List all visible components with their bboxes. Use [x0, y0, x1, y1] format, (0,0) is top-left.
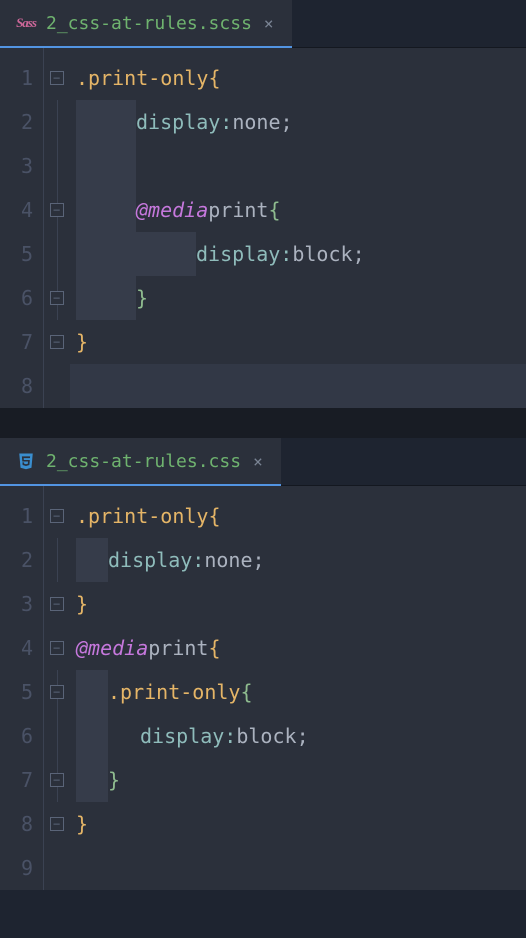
- code-line[interactable]: display: none;: [70, 100, 526, 144]
- fold-toggle-icon[interactable]: [50, 597, 64, 611]
- close-icon[interactable]: ×: [262, 12, 276, 35]
- code-line[interactable]: @media print {: [70, 626, 526, 670]
- line-number: 8: [0, 364, 43, 408]
- line-number: 5: [0, 670, 43, 714]
- line-number: 8: [0, 802, 43, 846]
- fold-toggle-icon[interactable]: [50, 71, 64, 85]
- editor-body: 1 2 3 4 5 6 7 8 9 .print-only { display:…: [0, 486, 526, 890]
- line-number: 7: [0, 320, 43, 364]
- pane-divider: [0, 408, 526, 438]
- line-number: 1: [0, 56, 43, 100]
- line-number: 3: [0, 144, 43, 188]
- line-number-gutter: 1 2 3 4 5 6 7 8: [0, 48, 44, 408]
- css-icon: [16, 451, 36, 471]
- editor-pane-css: 2_css-at-rules.css × 1 2 3 4 5 6 7 8 9: [0, 438, 526, 890]
- fold-toggle-icon[interactable]: [50, 685, 64, 699]
- code-line[interactable]: display: block;: [70, 714, 526, 758]
- line-number: 9: [0, 846, 43, 890]
- code-line[interactable]: display: block;: [70, 232, 526, 276]
- code-line[interactable]: .print-only {: [70, 56, 526, 100]
- line-number: 4: [0, 188, 43, 232]
- line-number: 1: [0, 494, 43, 538]
- fold-toggle-icon[interactable]: [50, 335, 64, 349]
- close-icon[interactable]: ×: [251, 450, 265, 473]
- fold-toggle-icon[interactable]: [50, 509, 64, 523]
- tab-bar: 2_css-at-rules.css ×: [0, 438, 526, 486]
- code-line[interactable]: }: [70, 276, 526, 320]
- fold-toggle-icon[interactable]: [50, 817, 64, 831]
- file-tab-css[interactable]: 2_css-at-rules.css ×: [0, 438, 281, 486]
- fold-toggle-icon[interactable]: [50, 641, 64, 655]
- code-area[interactable]: .print-only { display: none; @media prin…: [70, 48, 526, 408]
- editor-pane-scss: Sass 2_css-at-rules.scss × 1 2 3 4 5 6 7…: [0, 0, 526, 408]
- fold-gutter: [44, 486, 70, 890]
- line-number: 3: [0, 582, 43, 626]
- file-tab-scss[interactable]: Sass 2_css-at-rules.scss ×: [0, 0, 292, 48]
- code-line[interactable]: .print-only {: [70, 494, 526, 538]
- fold-toggle-icon[interactable]: [50, 203, 64, 217]
- line-number: 6: [0, 714, 43, 758]
- code-line[interactable]: }: [70, 320, 526, 364]
- code-line[interactable]: [70, 364, 526, 408]
- sass-icon: Sass: [16, 13, 36, 33]
- fold-toggle-icon[interactable]: [50, 773, 64, 787]
- tab-title: 2_css-at-rules.scss: [46, 13, 252, 34]
- tab-bar: Sass 2_css-at-rules.scss ×: [0, 0, 526, 48]
- editor-body: 1 2 3 4 5 6 7 8 .print-only { display: n…: [0, 48, 526, 408]
- code-line[interactable]: }: [70, 582, 526, 626]
- line-number: 4: [0, 626, 43, 670]
- code-line[interactable]: .print-only {: [70, 670, 526, 714]
- line-number: 5: [0, 232, 43, 276]
- line-number: 7: [0, 758, 43, 802]
- line-number: 2: [0, 100, 43, 144]
- code-area[interactable]: .print-only { display: none; } @media pr…: [70, 486, 526, 890]
- code-line[interactable]: [70, 144, 526, 188]
- code-line[interactable]: @media print {: [70, 188, 526, 232]
- fold-gutter: [44, 48, 70, 408]
- code-line[interactable]: [70, 846, 526, 890]
- code-line[interactable]: }: [70, 802, 526, 846]
- tab-title: 2_css-at-rules.css: [46, 451, 241, 472]
- line-number: 6: [0, 276, 43, 320]
- line-number: 2: [0, 538, 43, 582]
- fold-toggle-icon[interactable]: [50, 291, 64, 305]
- line-number-gutter: 1 2 3 4 5 6 7 8 9: [0, 486, 44, 890]
- code-line[interactable]: display: none;: [70, 538, 526, 582]
- code-line[interactable]: }: [70, 758, 526, 802]
